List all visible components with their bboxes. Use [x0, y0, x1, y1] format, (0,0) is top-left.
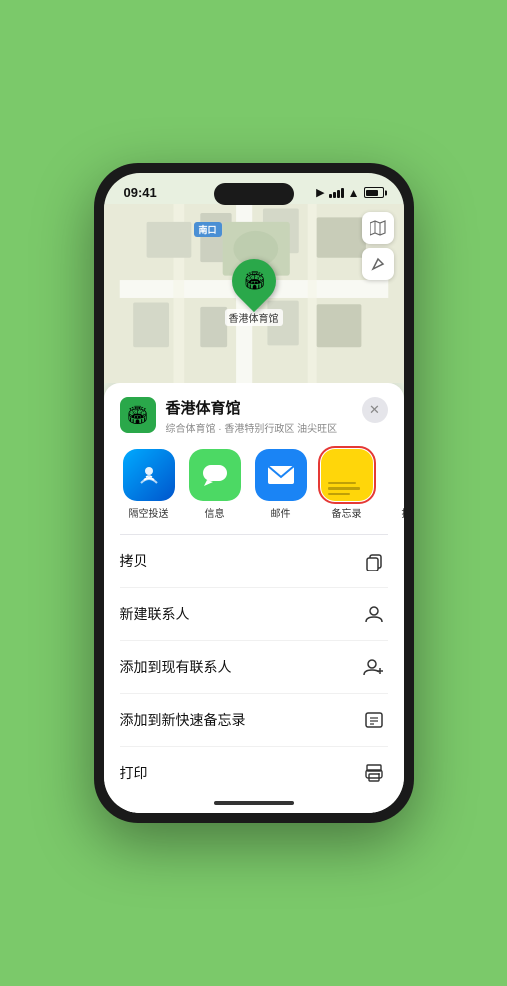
new-contact-label: 新建联系人 [120, 604, 190, 624]
copy-icon [360, 547, 388, 575]
action-add-notes[interactable]: 添加到新快速备忘录 [120, 694, 388, 747]
notes-line-3 [328, 493, 351, 496]
add-existing-label: 添加到现有联系人 [120, 657, 232, 677]
home-indicator [120, 793, 388, 813]
venue-info: 香港体育馆 综合体育馆 · 香港特别行政区 油尖旺区 [166, 397, 352, 435]
add-notes-label: 添加到新快速备忘录 [120, 710, 246, 730]
location-button[interactable] [362, 248, 394, 280]
airdrop-label: 隔空投送 [129, 505, 169, 520]
notes-label: 备忘录 [332, 505, 362, 520]
more-icon-wrap [381, 449, 404, 501]
map-icon [370, 220, 386, 236]
notes-icon-wrap [321, 449, 373, 501]
airdrop-svg [135, 461, 163, 489]
dynamic-island [214, 183, 294, 205]
more-label: 推 [402, 505, 404, 520]
close-button[interactable]: ✕ [362, 397, 388, 423]
mail-icon-wrap [255, 449, 307, 501]
print-svg [364, 764, 384, 782]
print-label: 打印 [120, 763, 148, 783]
action-copy[interactable]: 拷贝 [120, 535, 388, 588]
map-type-button[interactable] [362, 212, 394, 244]
venue-name: 香港体育馆 [166, 397, 352, 418]
notes-line-2 [328, 487, 360, 490]
venue-icon: 🏟 [120, 397, 156, 433]
share-item-notes[interactable]: 备忘录 [318, 449, 376, 520]
share-item-airdrop[interactable]: 隔空投送 [120, 449, 178, 520]
pin-circle: 🏟 [222, 250, 284, 312]
signal-bar-1 [329, 194, 332, 198]
signal-bar-3 [337, 190, 340, 198]
metro-label: 南口 [194, 222, 222, 237]
venue-pin[interactable]: 🏟 香港体育馆 [225, 259, 283, 326]
share-row: 隔空投送 信息 [120, 449, 388, 520]
pin-icon: 🏟 [242, 271, 265, 292]
signal-bar-4 [341, 188, 344, 198]
print-icon [360, 759, 388, 787]
mail-label: 邮件 [271, 505, 291, 520]
notes-icon [321, 449, 373, 501]
messages-icon-wrap [189, 449, 241, 501]
map-area[interactable]: 南口 🏟 [104, 204, 404, 383]
add-existing-svg [363, 657, 385, 677]
signal-bar-2 [333, 192, 336, 198]
wifi-icon: ▲ [348, 186, 360, 200]
share-item-mail[interactable]: 邮件 [252, 449, 310, 520]
add-existing-icon [360, 653, 388, 681]
share-item-messages[interactable]: 信息 [186, 449, 244, 520]
bottom-sheet: 🏟 香港体育馆 综合体育馆 · 香港特别行政区 油尖旺区 ✕ [104, 383, 404, 813]
copy-label: 拷贝 [120, 551, 148, 571]
new-contact-svg [364, 604, 384, 624]
share-item-more[interactable]: 推 [384, 449, 404, 520]
action-list: 拷贝 新建联系人 [120, 534, 388, 793]
location-arrow-icon [371, 257, 385, 271]
add-notes-icon [360, 706, 388, 734]
action-print[interactable]: 打印 [120, 747, 388, 793]
map-controls [362, 212, 394, 280]
signal-bars [329, 188, 344, 198]
home-bar [214, 801, 294, 805]
new-contact-icon [360, 600, 388, 628]
battery-icon [364, 187, 384, 198]
location-icon: ▶ [316, 186, 324, 199]
phone-frame: 09:41 ▶ ▲ [94, 163, 414, 823]
notes-line-1 [328, 482, 357, 485]
status-time: 09:41 [124, 185, 157, 200]
action-add-existing[interactable]: 添加到现有联系人 [120, 641, 388, 694]
mail-icon [266, 462, 296, 488]
action-new-contact[interactable]: 新建联系人 [120, 588, 388, 641]
add-notes-svg [364, 710, 384, 730]
venue-header: 🏟 香港体育馆 综合体育馆 · 香港特别行政区 油尖旺区 ✕ [120, 397, 388, 435]
phone-screen: 09:41 ▶ ▲ [104, 173, 404, 813]
copy-svg [364, 551, 384, 571]
messages-label: 信息 [205, 505, 225, 520]
battery-fill [366, 190, 378, 196]
venue-subtitle: 综合体育馆 · 香港特别行政区 油尖旺区 [166, 420, 352, 435]
airdrop-icon-wrap [123, 449, 175, 501]
airdrop-icon [123, 449, 175, 501]
messages-icon [200, 460, 230, 490]
status-icons: ▶ ▲ [316, 186, 383, 200]
